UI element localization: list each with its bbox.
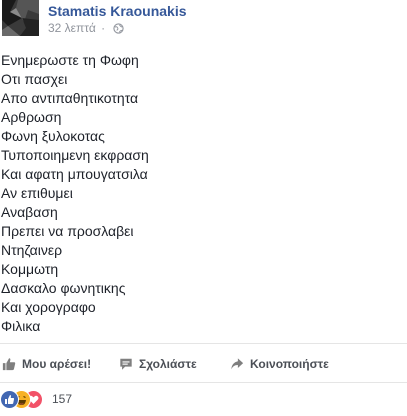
like-button[interactable]: Μου αρέσει! <box>2 356 91 372</box>
post-text-line: Και αφατη μπουγατσιλα <box>1 166 148 182</box>
post-text: Ενημερωστε τη Φωφη Οτι πασχει Απο αντιπα… <box>1 51 401 336</box>
like-label: Μου αρέσει! <box>22 357 92 371</box>
post-text-line: Και χορογραφο <box>1 299 96 315</box>
reactions-summary[interactable]: 157 <box>0 390 200 410</box>
comment-button[interactable]: Σχολιάστε <box>119 356 197 372</box>
post-timestamp[interactable]: 32 λεπτά <box>48 21 96 35</box>
post-text-line: Ενημερωστε τη Φωφη <box>1 52 139 68</box>
post-text-line: Κομμωτη <box>1 261 59 277</box>
post-text-line: Φιλικα <box>1 318 41 334</box>
facebook-post: Stamatis Kraounakis 32 λεπτά · Ενημερωστ… <box>0 0 407 416</box>
share-arrow-icon <box>231 358 244 370</box>
post-meta: 32 λεπτά · <box>48 21 124 35</box>
divider <box>0 382 407 383</box>
meta-separator: · <box>101 21 106 35</box>
action-bar: Μου αρέσει! Σχολιάστε Κοινοποιήστε <box>0 350 407 378</box>
post-text-line: Ντηζαινερ <box>1 242 63 258</box>
post-header: Stamatis Kraounakis 32 λεπτά · <box>0 0 407 40</box>
globe-icon[interactable] <box>112 23 124 34</box>
comment-label: Σχολιάστε <box>139 357 197 371</box>
post-text-line: Αρθρωση <box>1 109 62 125</box>
post-text-line: Αν επιθυμει <box>1 185 73 201</box>
thumbs-up-icon <box>2 358 16 371</box>
post-text-line: Πρεπει να προσλαβει <box>1 223 134 239</box>
comment-icon <box>120 358 132 370</box>
post-text-line: Τυποποιημενη εκφραση <box>1 147 149 163</box>
share-button[interactable]: Κοινοποιήστε <box>230 356 329 372</box>
reaction-count[interactable]: 157 <box>52 392 72 406</box>
post-text-line: Φωνη ξυλοκοτας <box>1 128 105 144</box>
author-name[interactable]: Stamatis Kraounakis <box>48 3 187 19</box>
like-reaction-icon <box>0 390 19 409</box>
post-text-line: Αναβαση <box>1 204 58 220</box>
post-text-line: Οτι πασχει <box>1 71 68 87</box>
avatar[interactable] <box>2 0 39 36</box>
avatar-image <box>2 0 39 36</box>
post-text-line: Δασκαλο φωνητικης <box>1 280 126 296</box>
divider <box>0 343 407 344</box>
post-text-line: Απο αντιπαθητικοτητα <box>1 90 139 106</box>
share-label: Κοινοποιήστε <box>250 357 329 371</box>
